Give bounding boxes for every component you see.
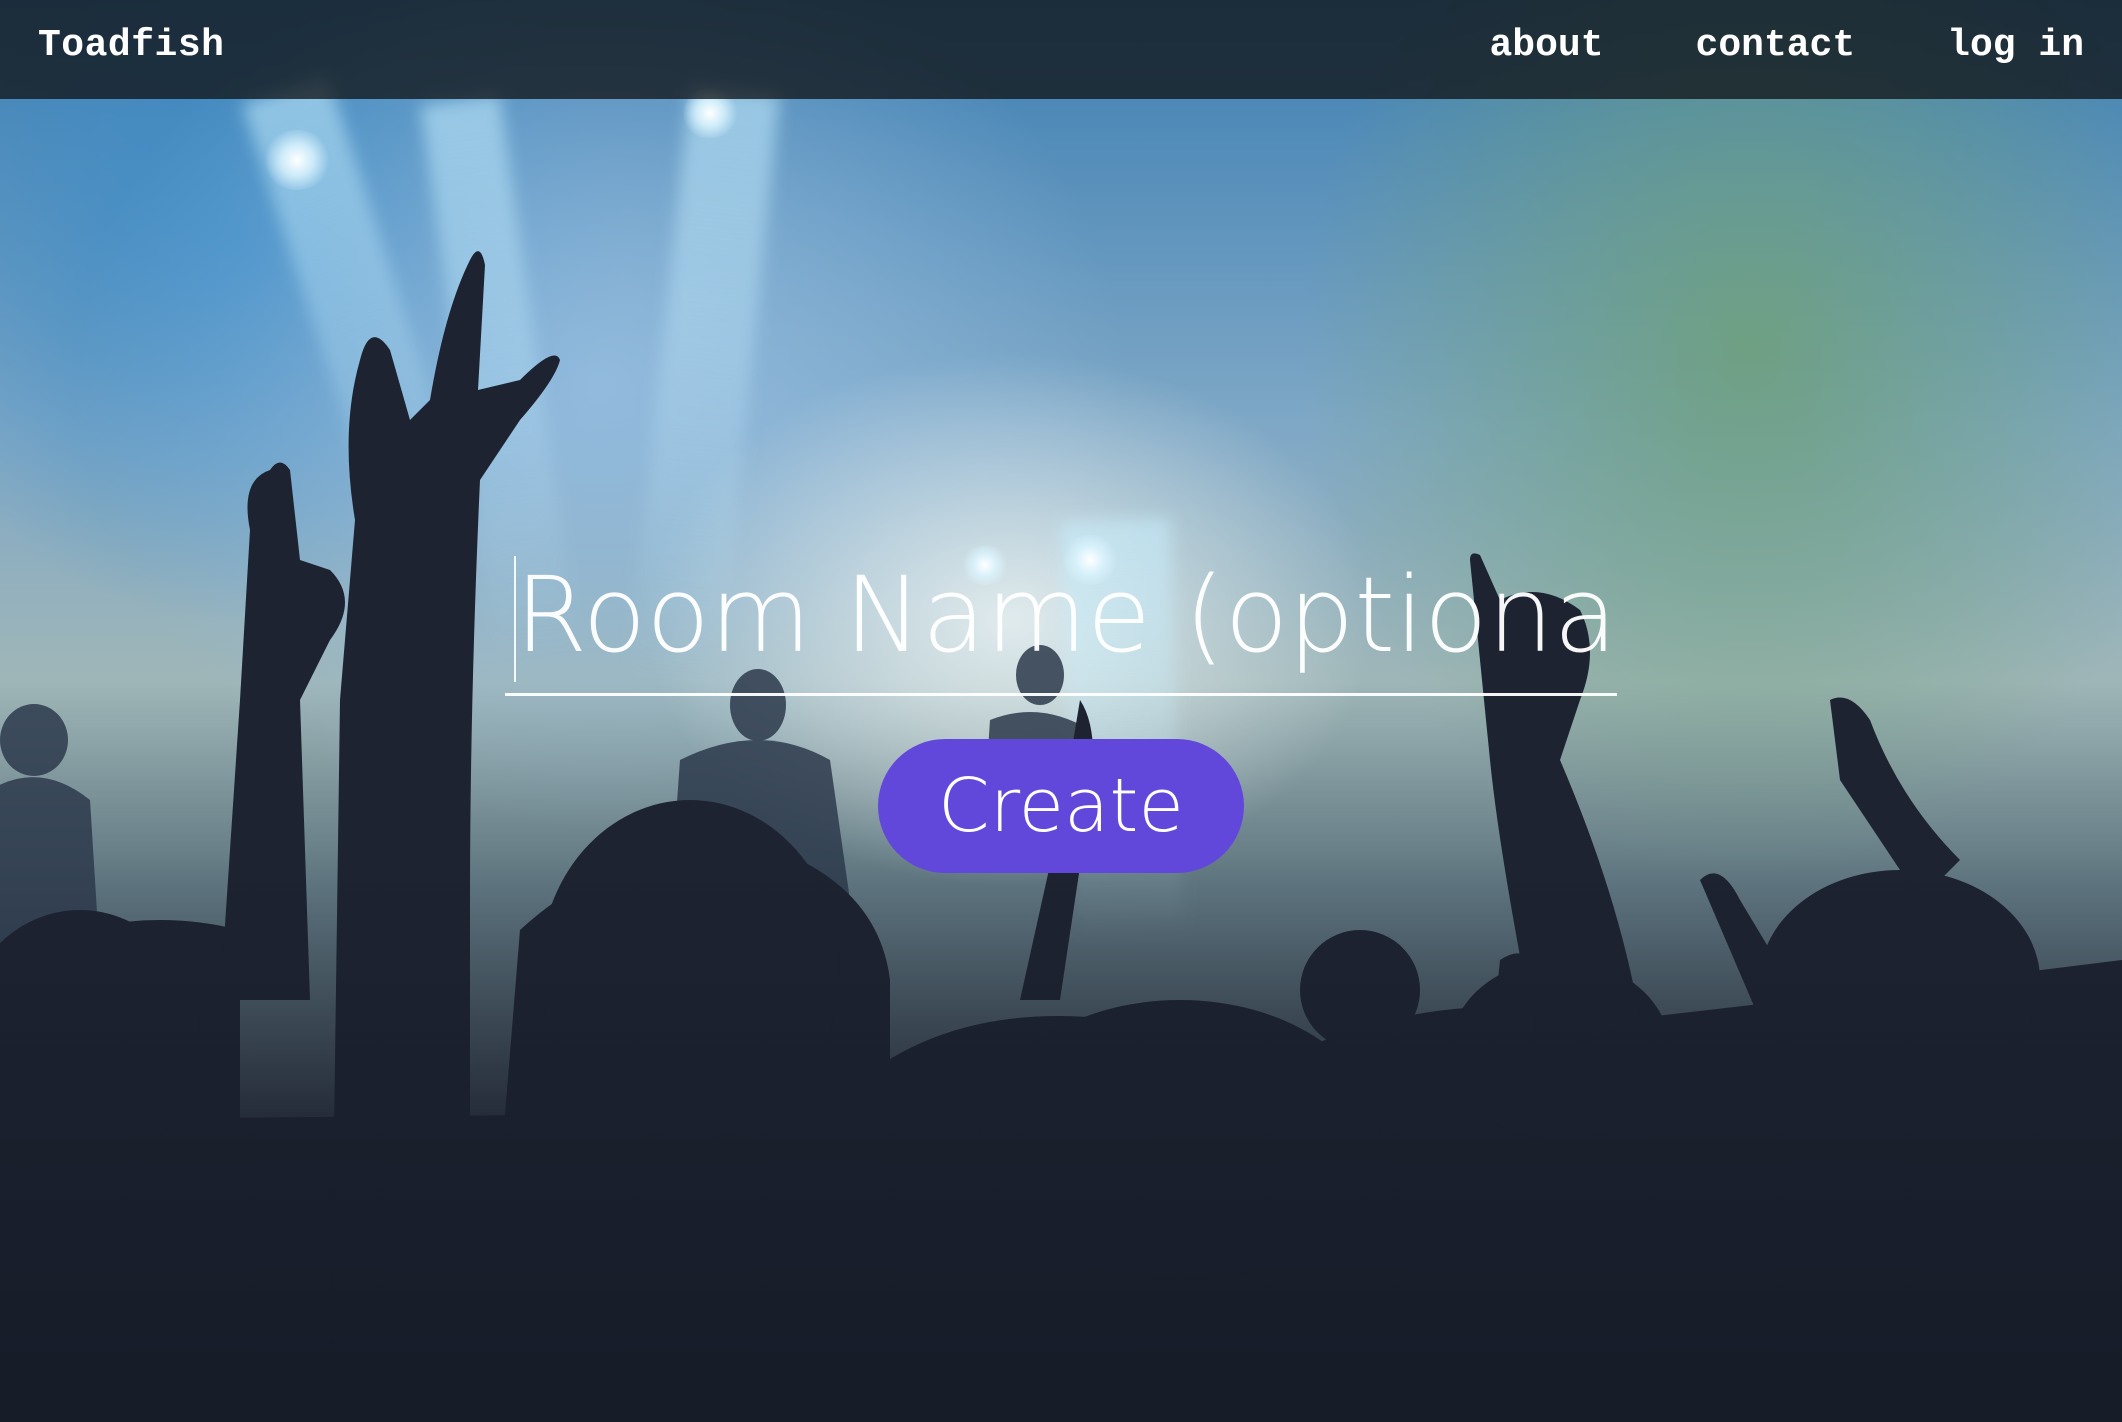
room-form — [505, 548, 1617, 696]
page: Toadfish about contact log in Create — [0, 0, 2122, 1422]
text-caret — [514, 556, 516, 682]
nav-links: about contact log in — [1490, 24, 2085, 67]
room-name-input[interactable] — [505, 548, 1617, 696]
nav-link-contact[interactable]: contact — [1696, 24, 1856, 67]
background-shade — [0, 0, 2122, 1422]
nav-link-about[interactable]: about — [1490, 24, 1604, 67]
brand-logo-link[interactable]: Toadfish — [38, 24, 224, 67]
top-navbar: Toadfish about contact log in — [0, 0, 2122, 99]
nav-link-log-in[interactable]: log in — [1947, 24, 2084, 67]
concert-background-image — [0, 0, 2122, 1422]
create-button[interactable]: Create — [878, 739, 1244, 873]
